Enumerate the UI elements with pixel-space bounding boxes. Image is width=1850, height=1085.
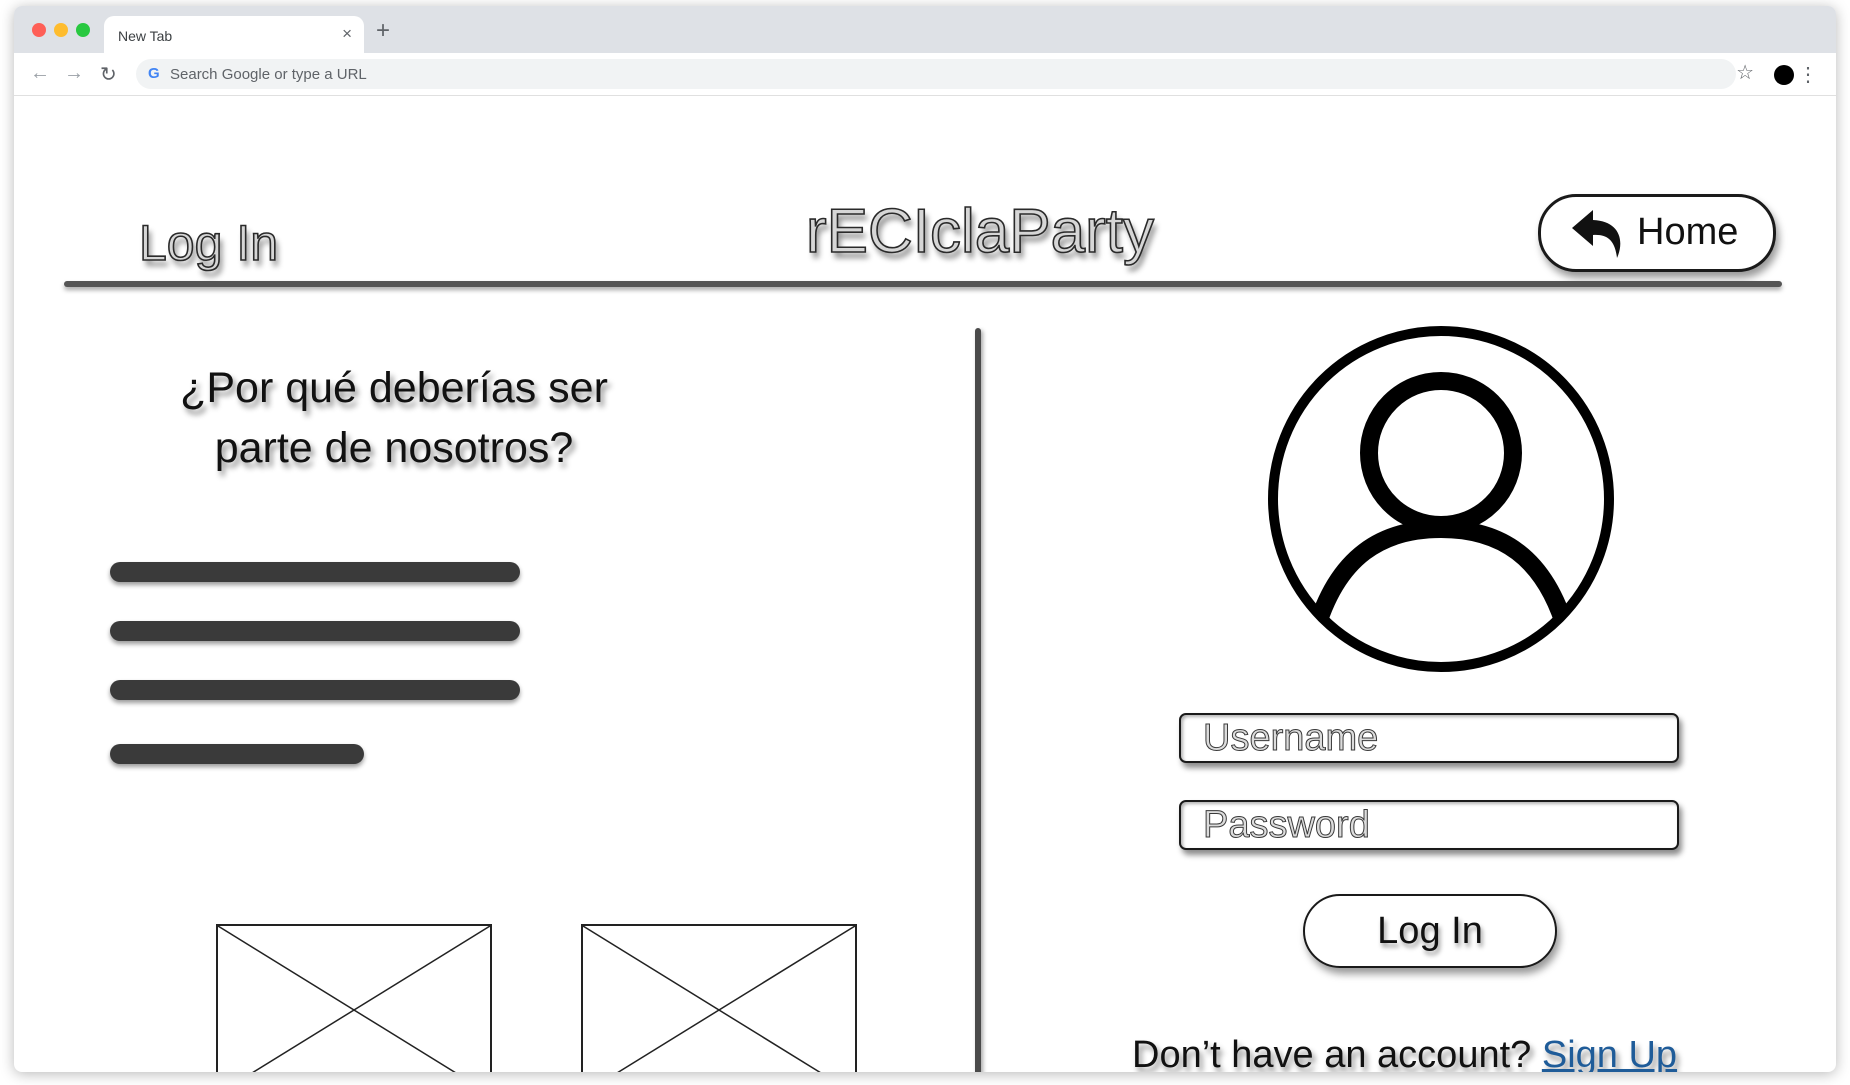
- browser-titlebar: New Tab × +: [14, 6, 1836, 53]
- text-placeholder-line: [110, 744, 364, 764]
- undo-arrow-icon: [1572, 210, 1621, 258]
- image-placeholder-2: [581, 924, 857, 1072]
- browser-tab[interactable]: New Tab ×: [104, 16, 364, 53]
- home-button[interactable]: Home: [1538, 194, 1776, 272]
- pitch-heading: ¿Por qué deberías ser parte de nosotros?: [134, 358, 654, 478]
- reload-icon[interactable]: ↻: [100, 62, 117, 87]
- text-placeholder-line: [110, 562, 520, 582]
- text-placeholder-line: [110, 680, 520, 700]
- user-avatar-icon: [1268, 326, 1614, 672]
- header-divider: [64, 281, 1782, 287]
- home-button-label: Home: [1637, 211, 1739, 253]
- page-content: Log In rECIclaParty Home ¿Por qué deberí…: [14, 96, 1836, 1072]
- image-placeholder-icon: [582, 925, 856, 1072]
- browser-toolbar: ← → ↻ G Search Google or type a URL ☆ ⋮: [14, 53, 1836, 96]
- password-field[interactable]: [1179, 800, 1679, 850]
- minimize-window-icon[interactable]: [54, 23, 68, 37]
- tab-title: New Tab: [118, 28, 173, 44]
- google-icon: G: [148, 65, 160, 82]
- tab-close-icon[interactable]: ×: [342, 24, 352, 44]
- browser-menu-icon[interactable]: ⋮: [1798, 62, 1818, 87]
- profile-avatar-icon[interactable]: [1774, 65, 1794, 85]
- address-bar[interactable]: G Search Google or type a URL: [136, 59, 1736, 89]
- forward-arrow-icon[interactable]: →: [64, 62, 84, 85]
- close-window-icon[interactable]: [32, 23, 46, 37]
- pitch-line-1: ¿Por qué deberías ser: [180, 364, 608, 412]
- signup-prompt: Don’t have an account?: [1132, 1034, 1542, 1072]
- back-arrow-icon[interactable]: ←: [30, 62, 50, 85]
- site-logo[interactable]: rECIclaParty: [805, 196, 1155, 267]
- login-button[interactable]: Log In: [1303, 894, 1557, 968]
- browser-window: New Tab × + ← → ↻ G Search Google or typ…: [14, 6, 1836, 1072]
- address-bar-placeholder: Search Google or type a URL: [170, 66, 367, 83]
- signup-link[interactable]: Sign Up: [1542, 1034, 1677, 1072]
- text-placeholder-line: [110, 621, 520, 641]
- new-tab-icon[interactable]: +: [376, 17, 390, 45]
- page-title: Log In: [138, 214, 279, 272]
- image-placeholder-1: [216, 924, 492, 1072]
- bookmark-star-icon[interactable]: ☆: [1736, 60, 1754, 85]
- pitch-line-2: parte de nosotros?: [214, 424, 574, 472]
- username-field[interactable]: [1179, 713, 1679, 763]
- signup-row: Don’t have an account? Sign Up: [1132, 1034, 1677, 1072]
- vertical-divider: [975, 328, 981, 1072]
- image-placeholder-icon: [217, 925, 491, 1072]
- maximize-window-icon[interactable]: [76, 23, 90, 37]
